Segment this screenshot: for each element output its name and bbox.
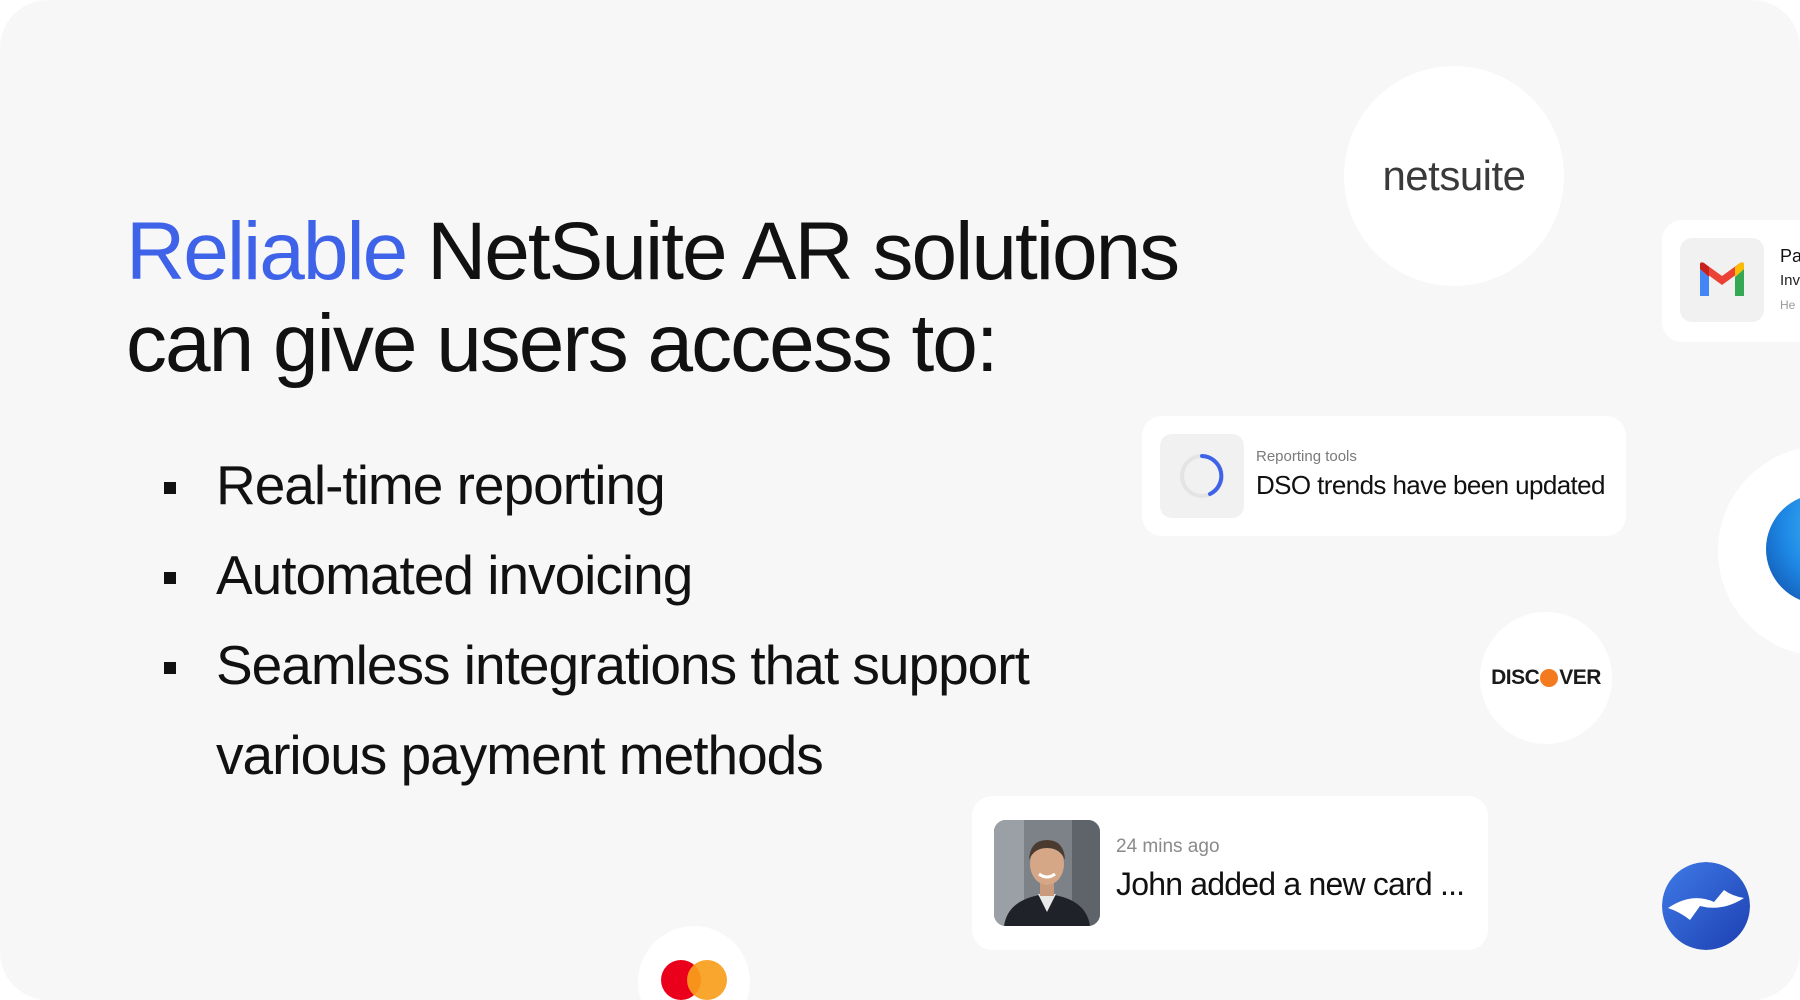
gmail-card-line1: Pa — [1780, 246, 1800, 266]
feature-list: Real-time reporting Automated invoicing … — [160, 440, 1116, 800]
mastercard-icon — [661, 960, 727, 1000]
mastercard-logo-bubble — [638, 926, 750, 1000]
headline-line2: can give users access to: — [126, 298, 999, 389]
netsuite-logo: netsuite — [1382, 152, 1526, 199]
edge-browser-icon — [1766, 494, 1800, 604]
headline-accent: Reliable — [126, 206, 408, 297]
browser-logo-bubble — [1718, 446, 1800, 656]
gmail-notification-card: Pa Inv He — [1662, 220, 1800, 342]
activity-message: John added a new card ... — [1116, 866, 1465, 902]
slide-canvas: Reliable NetSuite AR solutions can give u… — [0, 0, 1800, 1000]
feature-item-reporting: Real-time reporting — [160, 440, 1116, 530]
user-avatar — [994, 820, 1100, 926]
discover-logo: DISC VER — [1491, 666, 1601, 690]
feature-item-integrations: Seamless integrations that support vario… — [160, 620, 1116, 800]
headline: Reliable NetSuite AR solutions can give u… — [126, 206, 1180, 390]
gmail-card-line2: Inv — [1780, 272, 1800, 289]
netsuite-logo-bubble: netsuite — [1344, 66, 1564, 286]
activity-notification-card: 24 mins ago John added a new card ... — [972, 796, 1488, 950]
gmail-icon — [1680, 238, 1764, 322]
report-thumb — [1160, 434, 1244, 518]
discover-dot-icon — [1540, 669, 1559, 687]
feature-item-invoicing: Automated invoicing — [160, 530, 1116, 620]
gmail-card-line3: He — [1780, 298, 1796, 312]
discover-logo-bubble: DISC VER — [1480, 612, 1612, 744]
mastercard-orange-circle — [687, 960, 727, 1000]
report-card-title: DSO trends have been updated — [1256, 470, 1606, 500]
headline-line1: NetSuite AR solutions — [406, 206, 1180, 297]
discover-logo-right: VER — [1559, 666, 1601, 689]
reporting-notification-card: Reporting tools DSO trends have been upd… — [1142, 416, 1626, 536]
report-card-caption: Reporting tools — [1256, 448, 1357, 465]
loading-spinner-icon — [1180, 454, 1224, 498]
brand-bolt-icon — [1662, 862, 1750, 950]
discover-logo-left: DISC — [1491, 666, 1540, 689]
activity-time: 24 mins ago — [1116, 836, 1220, 857]
